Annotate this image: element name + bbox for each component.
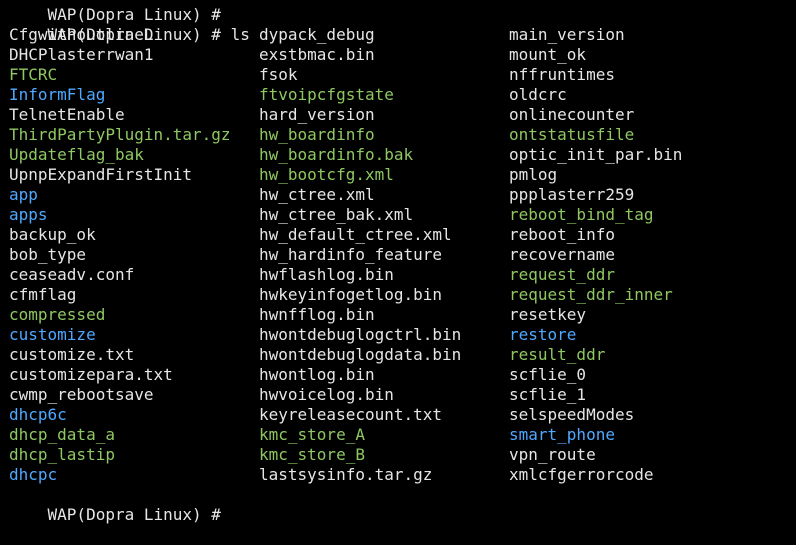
file-entry: hw_hardinfo_feature	[259, 245, 443, 264]
file-entry: ceaseadv.conf	[9, 265, 135, 284]
file-entry: onlinecounter	[509, 105, 635, 124]
file-entry: hwkeyinfogetlog.bin	[259, 285, 443, 304]
file-entry: fsok	[259, 65, 298, 84]
command: ls	[230, 25, 250, 44]
executable-entry: compressed	[9, 305, 106, 324]
file-entry: ppplasterr259	[509, 185, 635, 204]
file-entry: DHCPlasterrwan1	[9, 45, 154, 64]
file-entry: dypack_debug	[259, 25, 375, 44]
file-entry: hwontdebuglogdata.bin	[259, 345, 462, 364]
file-entry: pmlog	[509, 165, 558, 184]
file-entry: TelnetEnable	[9, 105, 125, 124]
file-entry: hard_version	[259, 105, 375, 124]
file-entry: xmlcfgerrorcode	[509, 465, 654, 484]
executable-entry: result_ddr	[509, 345, 606, 364]
executable-entry: ontstatusfile	[509, 125, 635, 144]
file-entry: hwontlog.bin	[259, 365, 375, 384]
executable-entry: hw_boardinfo.bak	[259, 145, 414, 164]
file-entry: hwflashlog.bin	[259, 265, 394, 284]
file-entry: lastsysinfo.tar.gz	[259, 465, 433, 484]
file-entry: scflie_0	[509, 365, 587, 384]
file-entry: selspeedModes	[509, 405, 635, 424]
executable-entry: ThirdPartyPlugin.tar.gz	[9, 125, 231, 144]
executable-entry: dhcp_lastip	[9, 445, 115, 464]
file-entry: hwnfflog.bin	[259, 305, 375, 324]
next-prompt-line[interactable]: WAP(Dopra Linux) #	[9, 485, 231, 524]
executable-entry: request_ddr_inner	[509, 285, 673, 304]
file-entry: scflie_1	[509, 385, 587, 404]
file-entry: customize.txt	[9, 345, 135, 364]
executable-entry: kmc_store_A	[259, 425, 365, 444]
file-entry: mount_ok	[509, 45, 587, 64]
file-entry: cwmp_rebootsave	[9, 385, 154, 404]
directory-entry: dhcpc	[9, 465, 58, 484]
file-entry: hw_ctree_bak.xml	[259, 205, 414, 224]
file-entry: vpn_route	[509, 445, 596, 464]
file-entry: recovername	[509, 245, 615, 264]
executable-entry: kmc_store_B	[259, 445, 365, 464]
executable-entry: FTCRC	[9, 65, 58, 84]
executable-entry: hw_bootcfg.xml	[259, 165, 394, 184]
executable-entry: ftvoipcfgstate	[259, 85, 394, 104]
command-line: WAP(Dopra Linux) # ls	[9, 5, 250, 44]
next-prompt: WAP(Dopra Linux) #	[47, 505, 231, 524]
file-entry: exstbmac.bin	[259, 45, 375, 64]
executable-entry: hw_boardinfo	[259, 125, 375, 144]
file-entry: resetkey	[509, 305, 587, 324]
file-entry: oldcrc	[509, 85, 567, 104]
file-entry: nffruntimes	[509, 65, 615, 84]
file-entry: CfgwithoutlineD	[9, 25, 154, 44]
directory-entry: InformFlag	[9, 85, 106, 104]
file-entry: backup_ok	[9, 225, 96, 244]
executable-entry: Updateflag_bak	[9, 145, 144, 164]
file-entry: main_version	[509, 25, 625, 44]
file-entry: hw_default_ctree.xml	[259, 225, 452, 244]
directory-entry: smart_phone	[509, 425, 615, 444]
file-entry: hw_ctree.xml	[259, 185, 375, 204]
file-entry: cfmflag	[9, 285, 77, 304]
file-entry: bob_type	[9, 245, 87, 264]
directory-entry: app	[9, 185, 38, 204]
executable-entry: dhcp_data_a	[9, 425, 115, 444]
executable-entry: request_ddr	[509, 265, 615, 284]
file-entry: customizepara.txt	[9, 365, 173, 384]
directory-entry: restore	[509, 325, 577, 344]
directory-entry: dhcp6c	[9, 405, 67, 424]
file-entry: hwvoicelog.bin	[259, 385, 394, 404]
file-entry: hwontdebuglogctrl.bin	[259, 325, 462, 344]
file-entry: optic_init_par.bin	[509, 145, 683, 164]
file-entry: reboot_info	[509, 225, 615, 244]
executable-entry: reboot_bind_tag	[509, 205, 654, 224]
terminal-window[interactable]: WAP(Dopra Linux) # WAP(Dopra Linux) # ls…	[0, 0, 796, 524]
directory-entry: customize	[9, 325, 96, 344]
file-entry: UpnpExpandFirstInit	[9, 165, 193, 184]
directory-entry: apps	[9, 205, 48, 224]
file-entry: keyreleasecount.txt	[259, 405, 443, 424]
